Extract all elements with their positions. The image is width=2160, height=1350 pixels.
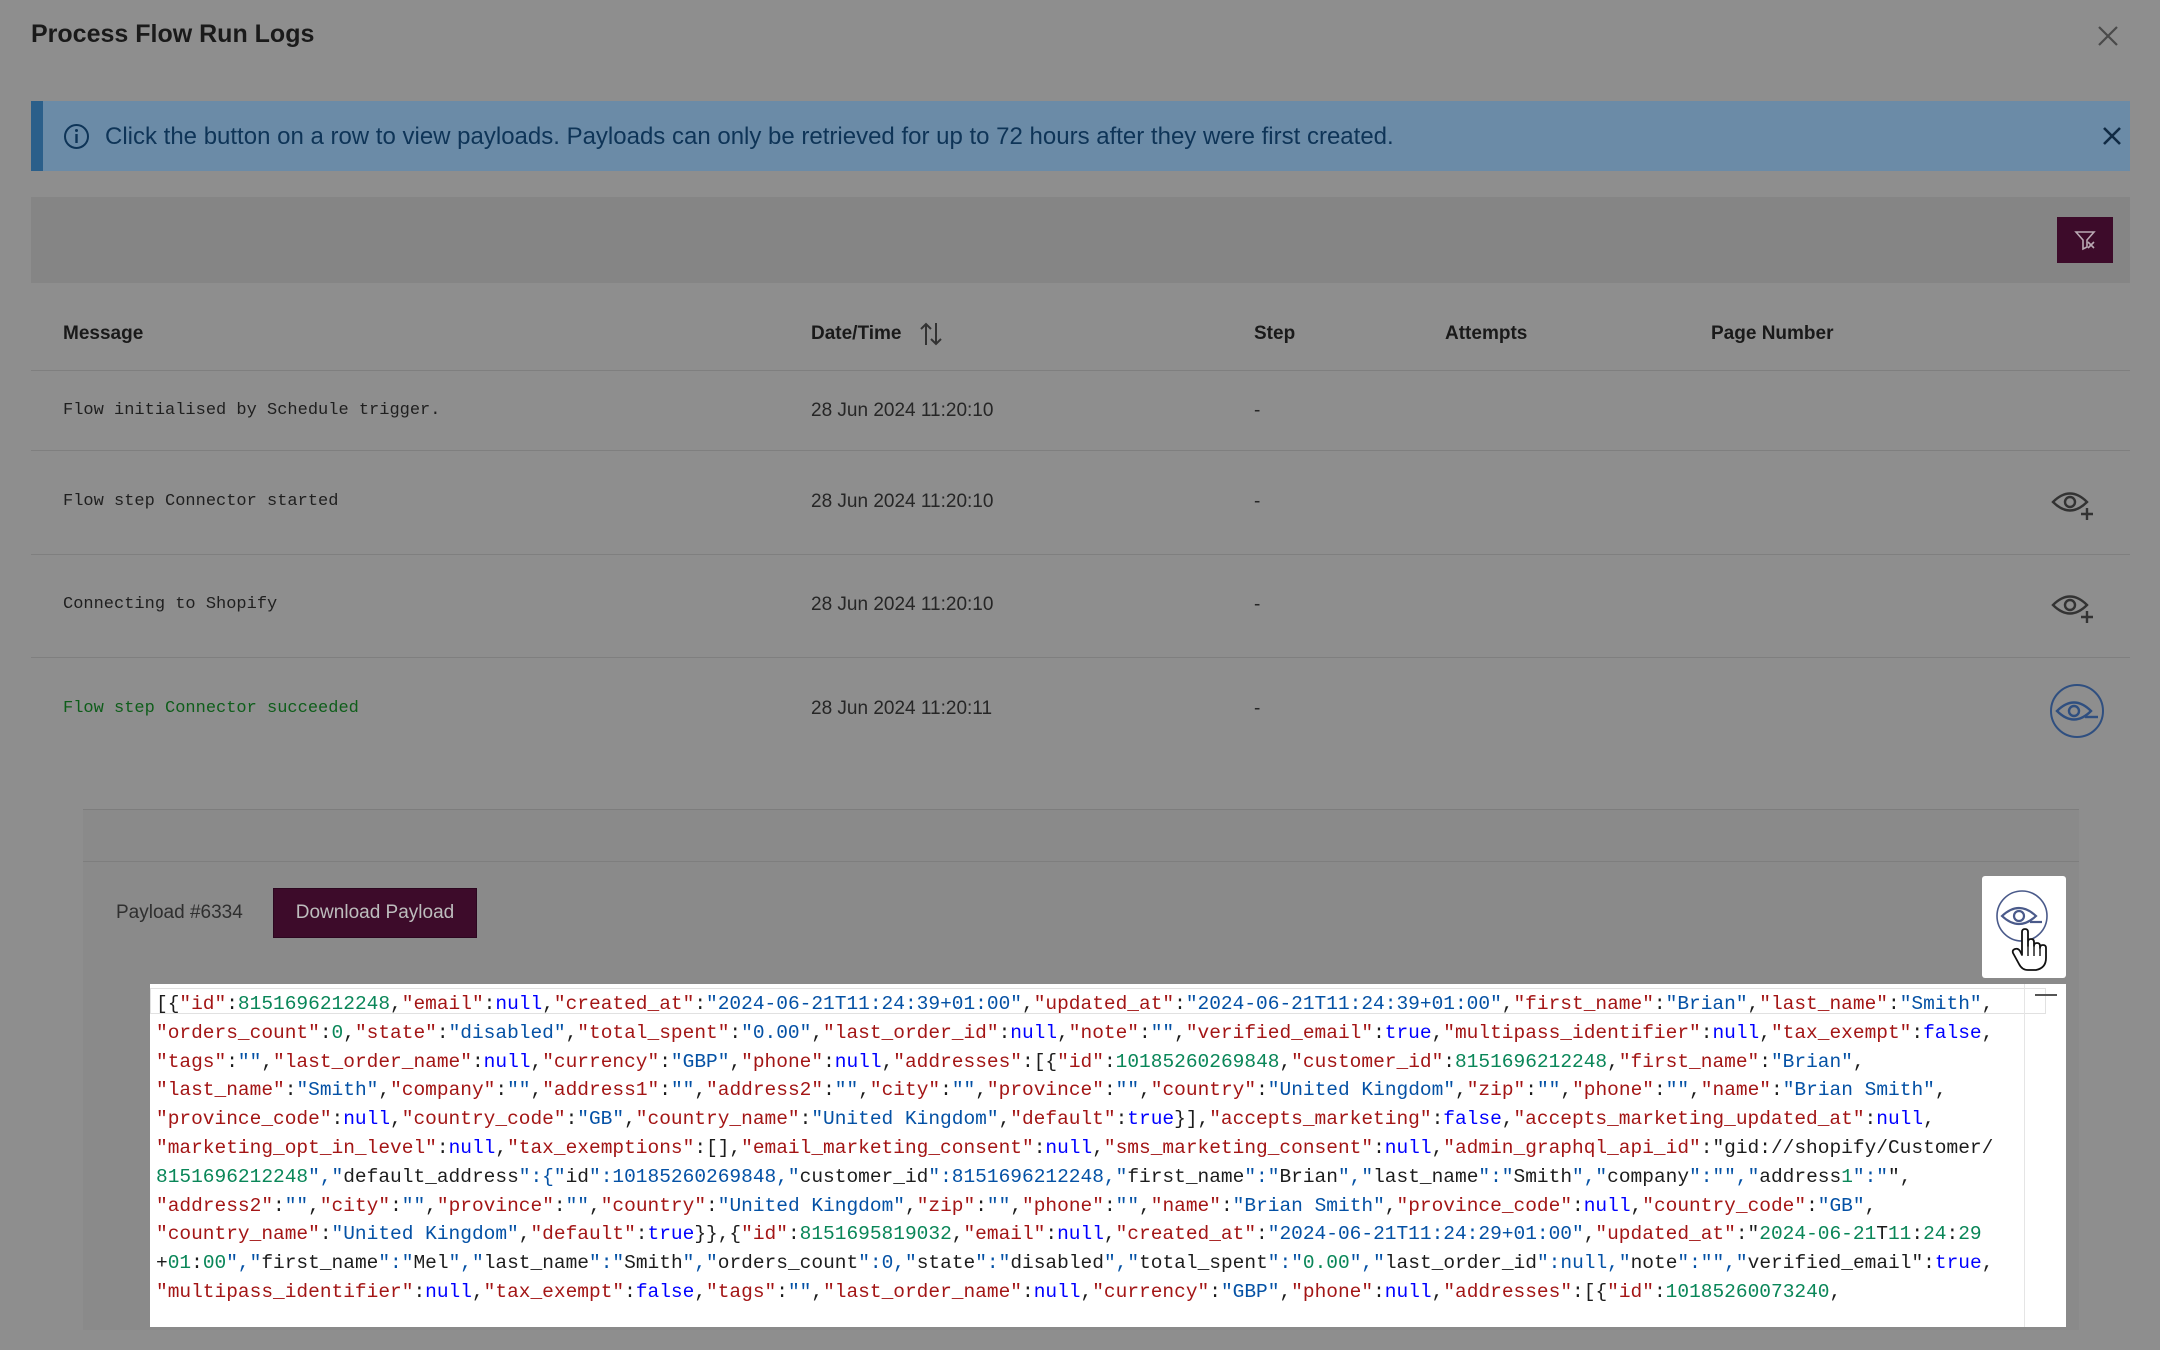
code-line: [{"id":8151696212248,"email":null,"creat… [156,993,1994,1015]
info-text: Click the button on a row to view payloa… [105,123,1394,150]
row-step: - [1254,594,1261,615]
filter-clear-button[interactable] [2057,217,2113,263]
view-payload-icon[interactable] [2050,482,2096,522]
row-message: Flow step Connector succeeded [63,699,359,718]
row-step: - [1254,491,1261,512]
filter-bar [31,197,2130,283]
hand-cursor-icon [2011,928,2047,977]
payload-code-viewer[interactable]: [{"id":8151696212248,"email":null,"creat… [150,984,2066,1327]
column-header-message: Message [63,323,144,344]
modal-title: Process Flow Run Logs [31,20,315,48]
row-message: Flow initialised by Schedule trigger. [63,401,441,420]
code-line: "last_name":"Smith","company":"","addres… [156,1079,1947,1102]
row-datetime: 28 Jun 2024 11:20:11 [811,698,993,719]
row-step: - [1254,698,1261,719]
row-datetime: 28 Jun 2024 11:20:10 [811,400,994,421]
row-divider [31,657,2130,658]
download-payload-button[interactable]: Download Payload [273,888,477,938]
row-message: Flow step Connector started [63,492,339,511]
info-icon [63,123,90,150]
row-message: Connecting to Shopify [63,595,278,614]
code-line: "province_code":null,"country_code":"GB"… [156,1108,1935,1131]
row-divider [31,370,2130,371]
filter-clear-icon [2074,231,2096,251]
row-step: - [1254,400,1261,421]
code-line: "tags":"","last_order_name":null,"curren… [156,1050,1865,1073]
code-line: "country_name":"United Kingdom","default… [156,1223,1982,1246]
code-line: "orders_count":0,"state":"disabled","tot… [156,1021,1994,1044]
column-header-step: Step [1254,323,1296,344]
row-divider [31,450,2130,451]
payload-divider [83,861,2079,862]
scrollbar-thumb[interactable] [2035,994,2057,996]
code-line: "multipass_identifier":null,"tax_exempt"… [156,1280,1842,1303]
code-line: +01:00","first_name":"Mel","last_name":"… [156,1252,1994,1275]
row-divider [31,554,2130,555]
code-line: "marketing_opt_in_level":null,"tax_exemp… [156,1136,1994,1159]
info-banner: Click the button on a row to view payloa… [31,101,2130,171]
row-datetime: 28 Jun 2024 11:20:10 [811,491,994,512]
column-header-page-number: Page Number [1711,323,1834,344]
column-header-datetime[interactable]: Date/Time [811,323,901,345]
close-icon[interactable] [2097,121,2127,151]
hide-payload-icon[interactable] [2050,684,2104,738]
payload-label: Payload #6334 [116,902,243,923]
close-icon[interactable] [2094,22,2122,50]
row-datetime: 28 Jun 2024 11:20:10 [811,594,994,615]
payload-json: [{"id":8151696212248,"email":null,"creat… [156,990,2026,1307]
column-header-attempts: Attempts [1445,323,1528,344]
code-line: 8151696212248","default_address":{"id":1… [156,1165,1912,1188]
code-scrollbar[interactable] [2024,984,2066,1327]
code-line: "address2":"","city":"","province":"","c… [156,1194,1877,1217]
view-payload-icon[interactable] [2050,585,2096,625]
sort-icon[interactable] [918,320,944,353]
run-logs-modal: Process Flow Run Logs Click the button o… [0,0,2160,1350]
